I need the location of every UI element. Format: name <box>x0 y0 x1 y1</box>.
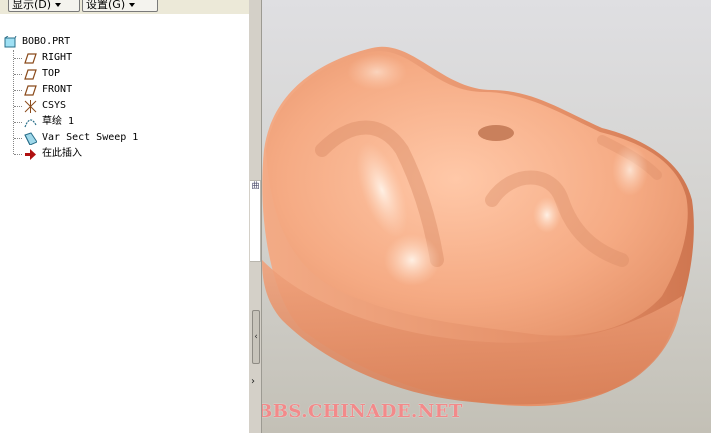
tree-branch-line <box>14 154 22 155</box>
dropdown-arrow-icon <box>129 3 136 7</box>
tree-branch-line <box>14 122 22 123</box>
sketch-icon <box>24 119 37 128</box>
splitter-grip-handle[interactable]: ‹ <box>252 310 260 364</box>
model-highlight <box>533 197 561 233</box>
tree-item-label: 在此插入 <box>42 148 82 159</box>
display-menu-button[interactable]: 显示(D) <box>8 0 80 12</box>
tree-branch-line <box>14 58 22 59</box>
model-highlight <box>347 54 407 90</box>
tree-item-label: 草绘 1 <box>42 116 75 127</box>
tree-branch-line <box>14 74 22 75</box>
tree-branch-line <box>14 138 22 139</box>
model-highlight <box>612 144 648 196</box>
tree-branch-line <box>14 90 22 91</box>
datum-plane-icon <box>24 69 37 80</box>
tree-item-label: Var Sect Sweep 1 <box>42 132 139 143</box>
expand-chevron-icon[interactable]: › <box>251 376 255 387</box>
collapsed-tab[interactable]: 曲 <box>250 180 261 262</box>
panel-splitter[interactable]: 曲 ‹ › <box>249 0 262 433</box>
tree-item-label: FRONT <box>42 84 73 95</box>
tree-item-label: CSYS <box>42 100 67 111</box>
dropdown-arrow-icon <box>55 3 62 7</box>
model-tree-toolbar: 显示(D) 设置(G) <box>0 0 249 14</box>
display-menu-label: 显示(D) <box>12 0 52 11</box>
model-tree-panel: 显示(D) 设置(G) BOBO.PRT RIGHT TOP FRONT CSY… <box>0 0 250 433</box>
tree-item-label: RIGHT <box>42 52 73 63</box>
settings-menu-button[interactable]: 设置(G) <box>82 0 158 12</box>
datum-plane-icon <box>24 85 37 96</box>
tree-item-label: BOBO.PRT <box>22 36 71 47</box>
part-icon <box>4 36 17 48</box>
settings-menu-label: 设置(G) <box>86 0 126 11</box>
tree-item-label: TOP <box>42 68 61 79</box>
watermark-text: BBS.CHINADE.NET <box>262 401 463 422</box>
3d-model-bobo <box>262 46 694 407</box>
insert-here-arrow-icon <box>25 149 36 160</box>
model-hole <box>478 125 514 141</box>
datum-plane-icon <box>24 53 37 64</box>
coordinate-system-icon <box>24 100 37 113</box>
tree-branch-line <box>14 106 22 107</box>
var-sect-sweep-icon <box>24 132 37 145</box>
graphics-viewport[interactable]: BBS.CHINADE.NET <box>262 0 711 433</box>
model-highlight <box>384 234 440 286</box>
